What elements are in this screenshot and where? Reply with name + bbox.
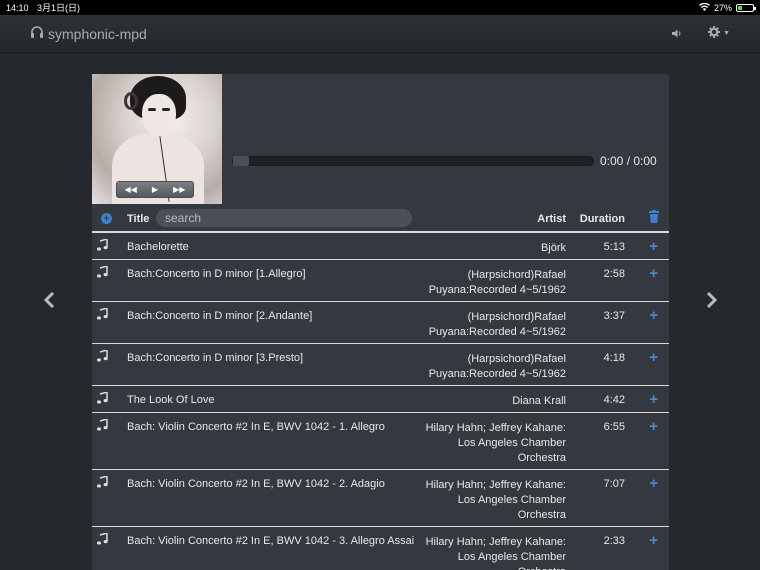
duration-column-header: Duration	[579, 213, 625, 225]
plus-icon[interactable]: +	[649, 349, 658, 366]
music-note-icon	[97, 307, 108, 320]
track-artist-line: Björk	[540, 242, 566, 254]
music-note-icon	[97, 391, 108, 404]
time-display: 0:00 / 0:00	[600, 154, 657, 168]
track-artist-line: Los Angeles Chamber	[457, 551, 566, 563]
track-duration: 7:07	[603, 478, 625, 490]
brand[interactable]: symphonic-mpd	[30, 25, 147, 42]
add-circle-icon[interactable]: +	[101, 213, 112, 224]
track-artist-line: (Harpsichord)Rafael	[467, 353, 566, 365]
track-artist-line: Puyana:Recorded 4~5/1962	[428, 368, 566, 380]
track-artist-line: (Harpsichord)Rafael	[467, 269, 566, 281]
track-artist: Diana Krall	[386, 394, 566, 409]
track-title: Bach:Concerto in D minor [2.Andante]	[127, 310, 313, 322]
gear-icon	[708, 25, 721, 43]
wifi-icon	[698, 2, 710, 13]
table-row[interactable]: Bach: Violin Concerto #2 In E, BWV 1042 …	[92, 413, 669, 470]
table-row[interactable]: Bach:Concerto in D minor [2.Andante] (Har…	[92, 302, 669, 344]
plus-icon[interactable]: +	[649, 265, 658, 282]
title-column-header: Title	[127, 213, 150, 225]
track-duration: 4:42	[603, 394, 625, 406]
track-title: Bach:Concerto in D minor [1.Allegro]	[127, 268, 306, 280]
plus-icon[interactable]: +	[649, 418, 658, 435]
rewind-icon[interactable]: ◀◀	[125, 185, 137, 194]
track-duration: 6:55	[603, 421, 625, 433]
music-note-icon	[97, 475, 108, 488]
track-title: The Look Of Love	[127, 394, 215, 406]
navbar: symphonic-mpd ▼	[0, 15, 760, 53]
track-artist-line: Puyana:Recorded 4~5/1962	[428, 326, 566, 338]
track-title: Bach: Violin Concerto #2 In E, BWV 1042 …	[127, 421, 385, 433]
playlist-header: + Title Artist Duration	[92, 204, 669, 233]
status-date: 3月1日(日)	[37, 3, 81, 13]
search-input[interactable]	[156, 209, 412, 227]
chevron-down-icon: ▼	[723, 30, 730, 37]
table-row[interactable]: Bach: Violin Concerto #2 In E, BWV 1042 …	[92, 470, 669, 527]
track-artist: Hilary Hahn; Jeffrey Kahane: Los Angeles …	[386, 478, 566, 523]
track-artist: Björk	[386, 241, 566, 256]
track-artist: (Harpsichord)Rafael Puyana:Recorded 4~5/1…	[386, 268, 566, 298]
track-artist-line: Hilary Hahn; Jeffrey Kahane:	[425, 479, 566, 491]
track-duration: 2:33	[603, 535, 625, 547]
music-note-icon	[97, 532, 108, 545]
progress-handle[interactable]	[233, 156, 249, 166]
settings-dropdown[interactable]: ▼	[708, 25, 730, 43]
playback-controls: ◀◀ ▶ ▶▶	[116, 181, 194, 198]
trash-icon[interactable]	[649, 210, 659, 223]
track-duration: 2:58	[603, 268, 625, 280]
brand-name: symphonic-mpd	[48, 25, 147, 42]
chevron-right-icon[interactable]	[704, 290, 720, 310]
track-artist: (Harpsichord)Rafael Puyana:Recorded 4~5/1…	[386, 310, 566, 340]
track-artist-line: (Harpsichord)Rafael	[467, 311, 566, 323]
music-note-icon	[97, 418, 108, 431]
track-artist-line: Orchestra	[517, 509, 566, 521]
headphones-icon	[30, 25, 44, 42]
track-artist-line: Puyana:Recorded 4~5/1962	[428, 284, 566, 296]
music-note-icon	[97, 238, 108, 251]
track-title: Bach:Concerto in D minor [3.Presto]	[127, 352, 304, 364]
track-artist: Hilary Hahn; Jeffrey Kahane: Los Angeles …	[386, 535, 566, 570]
table-row[interactable]: Bach:Concerto in D minor [3.Presto] (Harp…	[92, 344, 669, 386]
plus-icon[interactable]: +	[649, 391, 658, 408]
track-artist-line: Diana Krall	[512, 395, 566, 407]
playlist-rows: Bachelorette Björk 5:13 + Bach:Concerto in D…	[92, 233, 669, 570]
artist-column-header: Artist	[537, 213, 566, 225]
track-title: Bach: Violin Concerto #2 In E, BWV 1042 …	[127, 535, 415, 547]
player: ◀◀ ▶ ▶▶ 0:00 / 0:00	[92, 74, 669, 204]
battery-percent: 27%	[713, 2, 732, 13]
fast-forward-icon[interactable]: ▶▶	[173, 185, 185, 194]
progress-bar[interactable]	[232, 156, 594, 166]
track-duration: 3:37	[603, 310, 625, 322]
play-icon[interactable]: ▶	[152, 185, 158, 194]
track-duration: 4:18	[603, 352, 625, 364]
table-row[interactable]: The Look Of Love Diana Krall 4:42 +	[92, 386, 669, 413]
plus-icon[interactable]: +	[649, 532, 658, 549]
music-note-icon	[97, 349, 108, 362]
chevron-left-icon[interactable]	[41, 290, 57, 310]
plus-icon[interactable]: +	[649, 307, 658, 324]
table-row[interactable]: Bach:Concerto in D minor [1.Allegro] (Har…	[92, 260, 669, 302]
table-row[interactable]: Bachelorette Björk 5:13 +	[92, 233, 669, 260]
volume-icon[interactable]	[672, 25, 682, 43]
track-artist-line: Orchestra	[386, 565, 566, 570]
battery-icon	[736, 3, 756, 12]
plus-icon[interactable]: +	[649, 238, 658, 255]
track-title: Bach: Violin Concerto #2 In E, BWV 1042 …	[127, 478, 385, 490]
track-duration: 5:13	[603, 241, 625, 253]
track-artist-line: Orchestra	[517, 452, 566, 464]
track-title: Bachelorette	[127, 241, 189, 253]
track-artist: Hilary Hahn; Jeffrey Kahane: Los Angeles …	[386, 421, 566, 466]
track-artist: (Harpsichord)Rafael Puyana:Recorded 4~5/1…	[386, 352, 566, 382]
track-artist-line: Los Angeles Chamber	[457, 437, 566, 449]
playlist-panel: ◀◀ ▶ ▶▶ 0:00 / 0:00 + Title Artist Durat…	[92, 74, 669, 570]
track-artist-line: Hilary Hahn; Jeffrey Kahane:	[425, 422, 566, 434]
track-artist-line: Hilary Hahn; Jeffrey Kahane:	[425, 536, 566, 548]
music-note-icon	[97, 265, 108, 278]
track-artist-line: Los Angeles Chamber	[457, 494, 566, 506]
table-row[interactable]: Bach: Violin Concerto #2 In E, BWV 1042 …	[92, 527, 669, 570]
status-time: 14:10	[6, 3, 29, 13]
album-art: ◀◀ ▶ ▶▶	[92, 74, 222, 204]
status-bar: 14:10 3月1日(日) 27%	[0, 0, 760, 15]
plus-icon[interactable]: +	[649, 475, 658, 492]
